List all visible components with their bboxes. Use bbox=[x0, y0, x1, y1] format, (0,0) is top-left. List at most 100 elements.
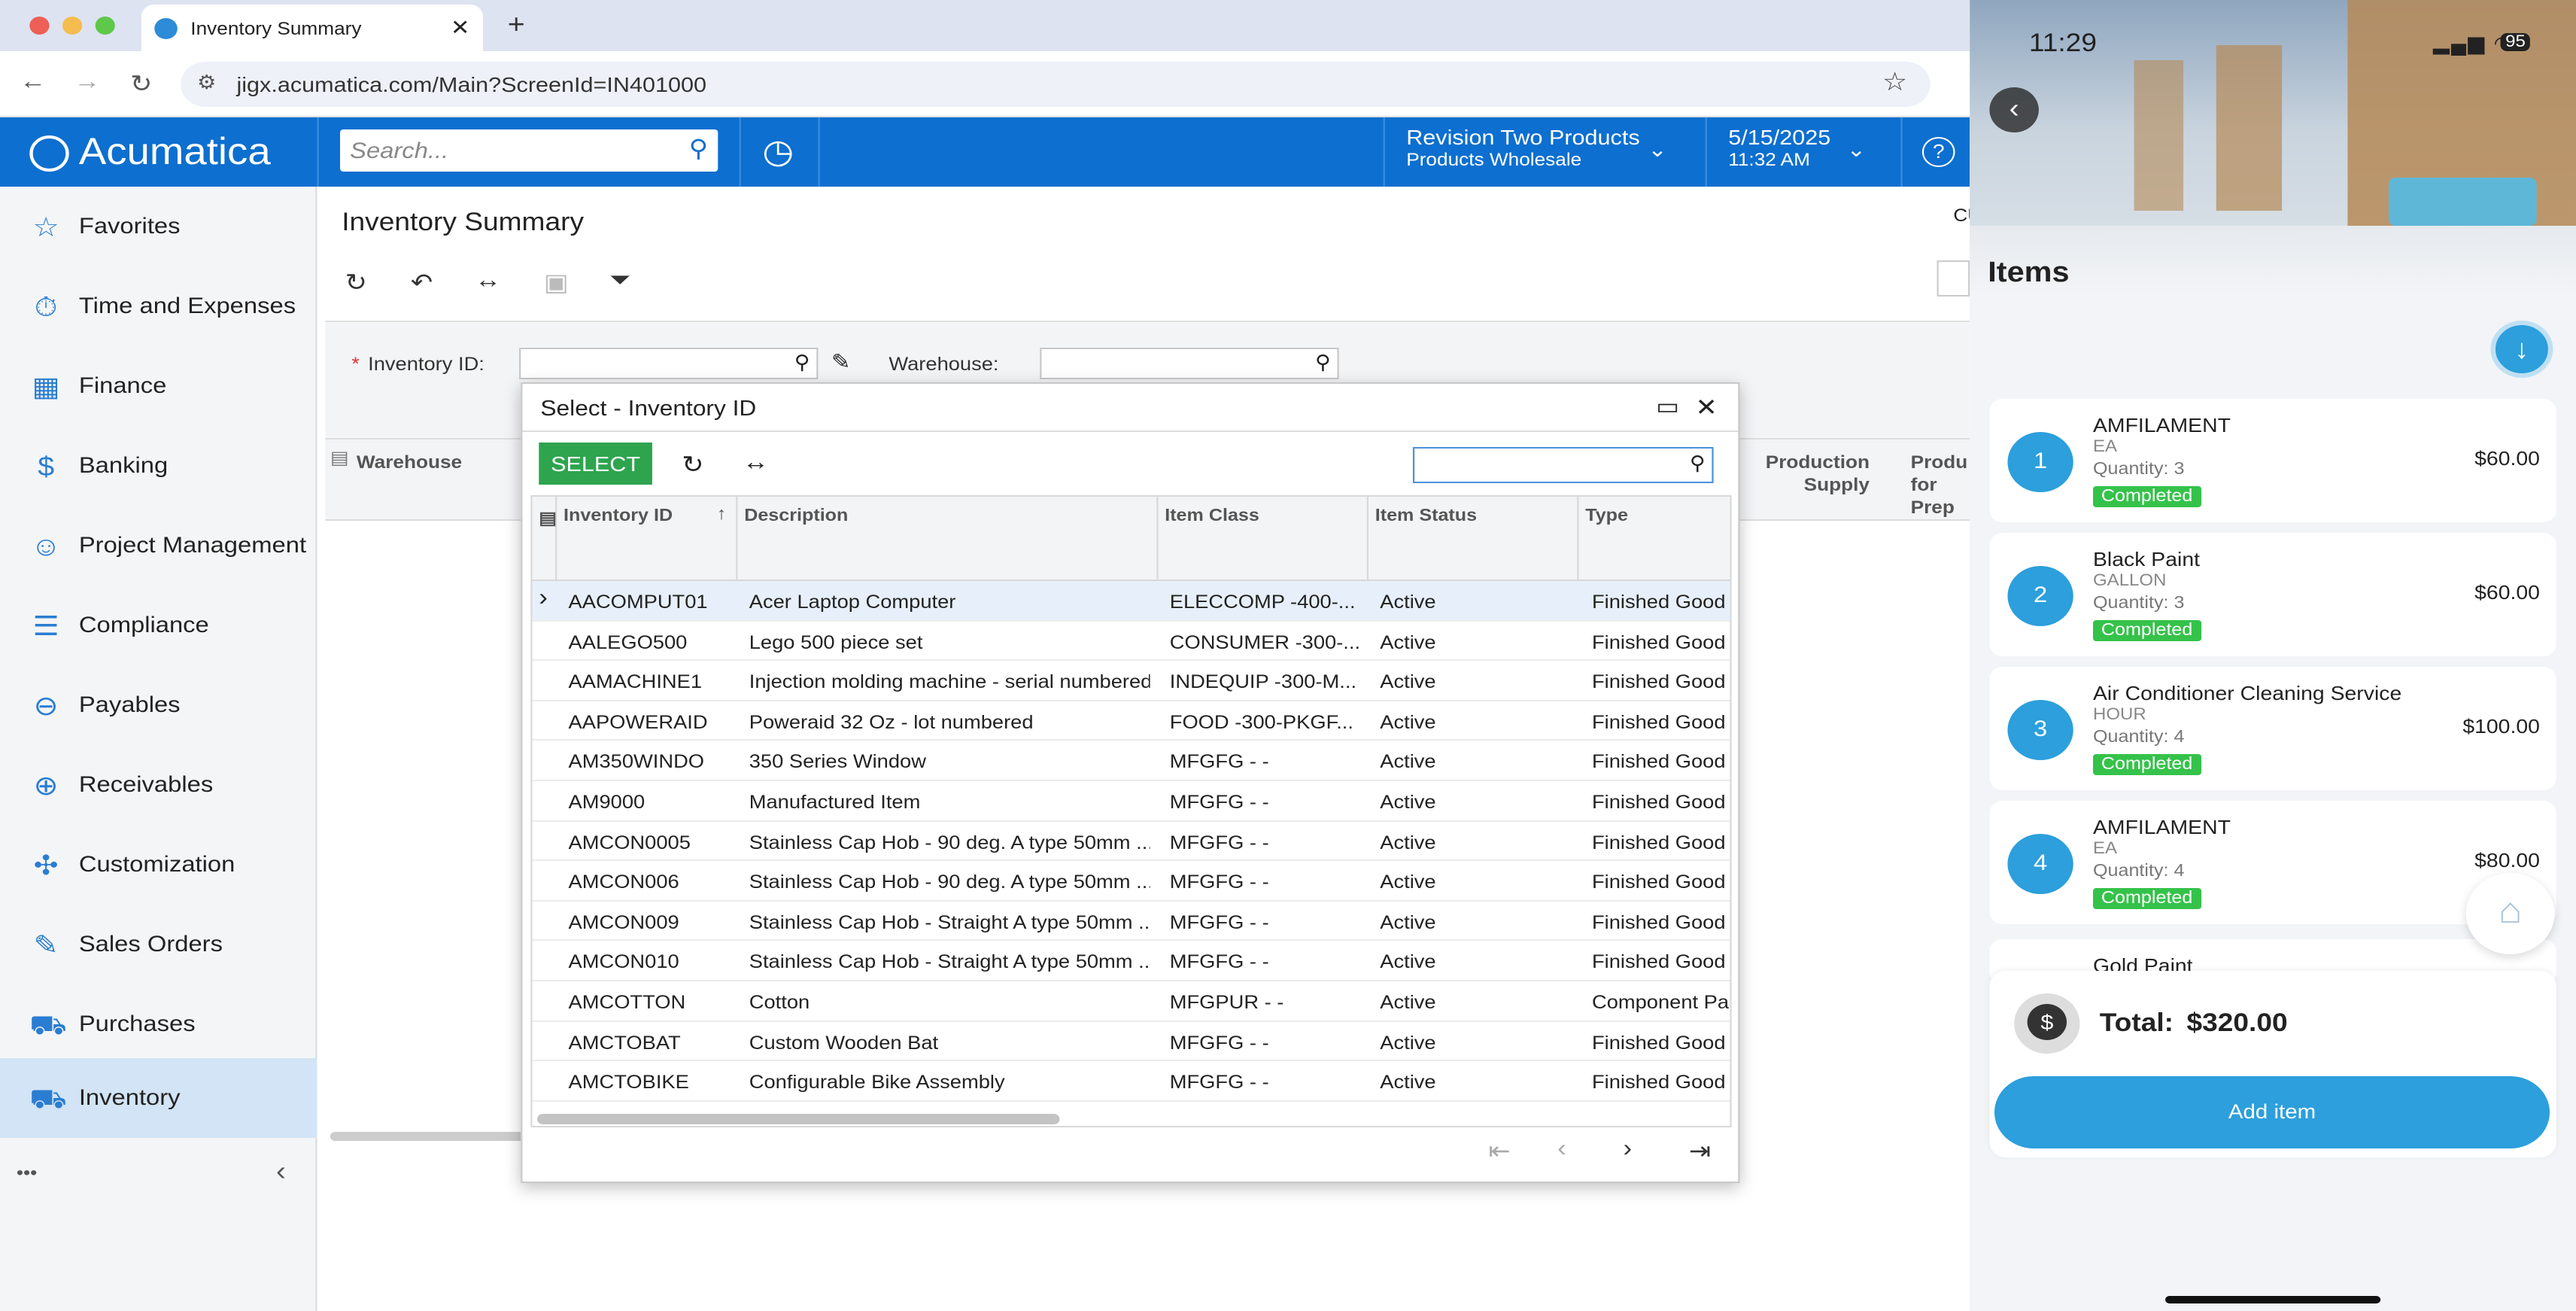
refresh-icon[interactable]: ↻ bbox=[682, 450, 703, 480]
horizontal-scrollbar[interactable] bbox=[330, 1132, 527, 1141]
close-icon[interactable]: ✕ bbox=[1696, 393, 1718, 423]
site-settings-icon[interactable]: ⚙ bbox=[197, 71, 216, 95]
reload-icon[interactable]: ↻ bbox=[125, 69, 158, 99]
minimize-window-icon[interactable] bbox=[62, 17, 83, 35]
sidebar-item-label: Favorites bbox=[78, 214, 181, 239]
select-button[interactable]: SELECT bbox=[539, 443, 652, 485]
refresh-icon[interactable]: ↻ bbox=[345, 268, 367, 298]
sidebar-item-favorites[interactable]: ☆ Favorites bbox=[0, 187, 317, 266]
forward-arrow-icon[interactable]: → bbox=[71, 69, 104, 96]
sidebar-item-purchases[interactable]: ⛟ Purchases bbox=[0, 984, 317, 1064]
table-row[interactable]: AALEGO500 Lego 500 piece set CONSUMER -300… bbox=[532, 621, 1730, 662]
close-window-icon[interactable] bbox=[29, 17, 50, 35]
maximize-icon[interactable]: ▭ bbox=[1656, 393, 1679, 420]
column-header-production-for-prep[interactable]: Produ for Prep bbox=[1911, 452, 1976, 519]
previous-page-icon[interactable]: ‹ bbox=[1557, 1136, 1566, 1163]
more-icon[interactable]: ••• bbox=[17, 1162, 38, 1183]
grid-horizontal-scrollbar[interactable] bbox=[537, 1114, 1060, 1124]
cell-type: Finished Good bbox=[1591, 592, 1726, 613]
chevron-down-icon[interactable]: ⌄ bbox=[1648, 137, 1667, 163]
column-header-inventory-id[interactable]: Inventory ID ↑ bbox=[557, 497, 738, 581]
filter-icon[interactable]: ⏷ bbox=[609, 268, 630, 295]
list-item[interactable]: 1 AMFILAMENT EA Quantity: 3 Completed $60.00 bbox=[1989, 399, 2556, 522]
fit-columns-icon[interactable]: ↔ bbox=[743, 450, 769, 477]
table-row[interactable]: AMCON009 Stainless Cap Hob - Straight A t… bbox=[532, 902, 1730, 941]
download-icon[interactable]: ↓ bbox=[2490, 321, 2553, 378]
company-selector[interactable]: Revision Two Products Products Wholesale bbox=[1406, 126, 1639, 172]
cell-type: Finished Good bbox=[1591, 911, 1726, 933]
maximize-window-icon[interactable] bbox=[95, 17, 115, 35]
star-icon: ☆ bbox=[32, 211, 59, 242]
table-row[interactable]: AAMACHINE1 Injection molding machine - se… bbox=[532, 661, 1730, 701]
table-row[interactable]: AMCON010 Stainless Cap Hob - Straight A t… bbox=[532, 941, 1730, 981]
table-row[interactable]: AMCON006 Stainless Cap Hob - 90 deg. A ty… bbox=[532, 861, 1730, 902]
list-item[interactable]: 3 Air Conditioner Cleaning Service HOUR Qua… bbox=[1989, 667, 2556, 790]
bookmark-star-icon[interactable]: ☆ bbox=[1882, 68, 1907, 98]
back-chevron-icon[interactable]: ‹ bbox=[1989, 87, 2039, 132]
tab-close-icon[interactable]: ✕ bbox=[451, 15, 470, 41]
fit-columns-icon[interactable]: ↔ bbox=[475, 268, 501, 295]
column-header-warehouse[interactable]: Warehouse bbox=[357, 452, 462, 474]
acumatica-logo[interactable]: Acumatica bbox=[29, 131, 271, 175]
browser-tab[interactable]: Inventory Summary ✕ bbox=[141, 5, 483, 51]
undo-icon[interactable]: ↶ bbox=[411, 268, 433, 298]
sidebar-item-project-management[interactable]: ☺ Project Management bbox=[0, 506, 317, 586]
table-row[interactable]: › AACOMPUT01 Acer Laptop Computer ELECCOMP … bbox=[532, 581, 1730, 622]
chevron-down-icon[interactable]: ⌄ bbox=[1846, 137, 1866, 163]
next-page-icon[interactable]: › bbox=[1623, 1136, 1632, 1163]
table-row[interactable]: AMCTOBAT Custom Wooden Bat MFGFG - - Active… bbox=[532, 1021, 1730, 1062]
row-expand-icon[interactable]: › bbox=[539, 586, 548, 613]
help-icon[interactable]: ? bbox=[1921, 137, 1955, 167]
lookup-search-icon[interactable]: ⚲ bbox=[1315, 351, 1331, 375]
warehouse-input[interactable]: ⚲ bbox=[1040, 348, 1339, 379]
checklist-icon: ☰ bbox=[32, 610, 59, 640]
cell-type: Finished Good bbox=[1591, 751, 1726, 773]
table-row[interactable]: AMCTOBIKE Configurable Bike Assembly MFGFG… bbox=[532, 1061, 1730, 1102]
first-page-icon[interactable]: ⇤ bbox=[1488, 1136, 1510, 1167]
business-date-selector[interactable]: 5/15/2025 11:32 AM bbox=[1728, 126, 1830, 172]
global-search-input[interactable]: Search... ⚲ bbox=[340, 129, 718, 172]
sidebar-item-customization[interactable]: ✣ Customization bbox=[0, 825, 317, 905]
cell-description: Poweraid 32 Oz - lot numbered bbox=[749, 711, 1034, 733]
column-header-description[interactable]: Description bbox=[737, 497, 1159, 581]
column-config-icon[interactable]: ▤ bbox=[533, 497, 557, 581]
new-tab-icon[interactable]: + bbox=[508, 9, 525, 41]
add-item-button[interactable]: Add item bbox=[1994, 1076, 2550, 1148]
column-header-production-supply[interactable]: Production Supply bbox=[1754, 452, 1870, 497]
cell-item-class: INDEQUIP -300-M... bbox=[1169, 671, 1357, 693]
dialog-search-input[interactable]: ⚲ bbox=[1412, 447, 1714, 483]
sidebar-item-inventory[interactable]: ⛟ Inventory bbox=[0, 1058, 317, 1138]
back-arrow-icon[interactable]: ← bbox=[17, 69, 50, 96]
sidebar-item-time-and-expenses[interactable]: ⏱ Time and Expenses bbox=[0, 266, 317, 346]
home-icon[interactable]: ⌂ bbox=[2465, 873, 2555, 954]
recent-history-icon[interactable]: ◷ bbox=[762, 132, 794, 172]
column-header-item-status[interactable]: Item Status bbox=[1368, 497, 1579, 581]
table-row[interactable]: AMCON0005 Stainless Cap Hob - 90 deg. A t… bbox=[532, 821, 1730, 862]
table-row[interactable]: AMCOTTON Cotton MFGPUR - - Active Component … bbox=[532, 981, 1730, 1022]
sidebar-item-compliance[interactable]: ☰ Compliance bbox=[0, 586, 317, 665]
sidebar-item-receivables[interactable]: ⊕ Receivables bbox=[0, 745, 317, 825]
column-config-icon[interactable]: ▤ bbox=[330, 447, 349, 468]
collapse-sidebar-icon[interactable]: ‹ bbox=[276, 1156, 286, 1188]
list-item[interactable]: 2 Black Paint GALLON Quantity: 3 Completed $6… bbox=[1989, 533, 2556, 656]
sidebar-item-banking[interactable]: $ Banking bbox=[0, 426, 317, 506]
sidebar-item-sales-orders[interactable]: ✎ Sales Orders bbox=[0, 905, 317, 984]
table-row[interactable]: AAPOWERAID Poweraid 32 Oz - lot numbered F… bbox=[532, 701, 1730, 741]
table-row[interactable]: AM350WINDO 350 Series Window MFGFG - - Acti… bbox=[532, 741, 1730, 781]
sidebar-item-finance[interactable]: ▦ Finance bbox=[0, 346, 317, 426]
column-header-item-class[interactable]: Item Class bbox=[1158, 497, 1368, 581]
search-icon[interactable]: ⚲ bbox=[1690, 452, 1706, 476]
sidebar-item-payables[interactable]: ⊖ Payables bbox=[0, 665, 317, 745]
column-header-type[interactable]: Type bbox=[1579, 497, 1730, 581]
export-excel-icon[interactable]: ▣ bbox=[544, 268, 569, 298]
last-page-icon[interactable]: ⇥ bbox=[1689, 1136, 1711, 1167]
total-label: Total: bbox=[2099, 1008, 2174, 1037]
cell-description: Configurable Bike Assembly bbox=[749, 1072, 1005, 1094]
lookup-search-icon[interactable]: ⚲ bbox=[794, 351, 810, 375]
search-icon[interactable]: ⚲ bbox=[689, 134, 709, 164]
pencil-icon[interactable]: ✎ bbox=[831, 349, 851, 375]
partial-toolbar-box[interactable] bbox=[1937, 260, 1970, 297]
inventory-id-input[interactable]: ⚲ bbox=[519, 348, 819, 379]
url-field[interactable]: ⚙ jigx.acumatica.com/Main?ScreenId=IN401… bbox=[181, 62, 1930, 107]
table-row[interactable]: AM9000 Manufactured Item MFGFG - - Active Fi… bbox=[532, 781, 1730, 822]
